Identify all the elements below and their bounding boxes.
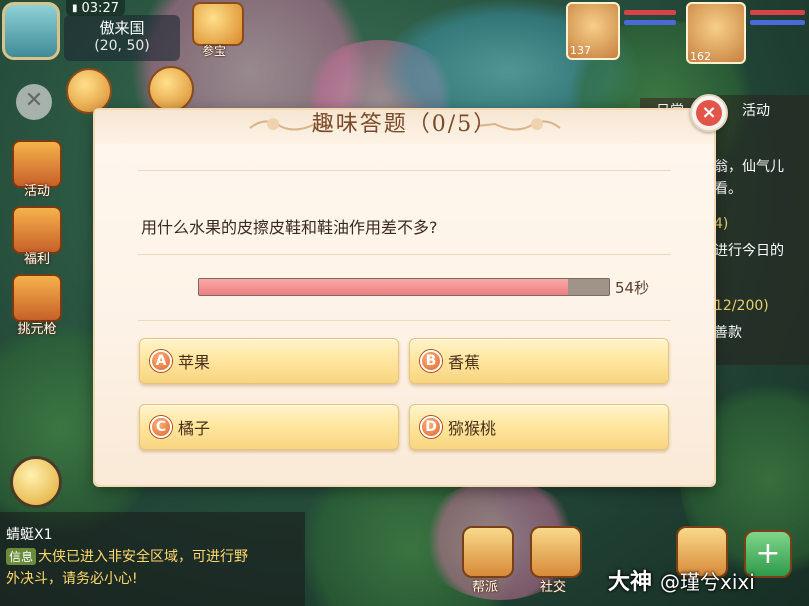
minimap-button[interactable] (2, 2, 60, 60)
guild-label: 帮派 (472, 580, 499, 595)
option-text: 猕猴桃 (448, 419, 497, 438)
character-icon-2[interactable] (148, 66, 194, 112)
player-level: 162 (690, 50, 711, 63)
chat-tag-info: 信息 (6, 548, 37, 565)
answer-option-d[interactable]: D 猕猴桃 (409, 404, 669, 450)
social-label: 社交 (540, 580, 567, 595)
location-coordinates: (20, 50) (94, 38, 150, 54)
chat-line: 外决斗，请务必小心! (6, 568, 138, 588)
chat-line-text: 大侠已进入非安全区域，可进行野 (38, 549, 249, 565)
quest-line: 进行今日的 (714, 243, 784, 259)
collapse-menu-button[interactable]: ✕ (16, 84, 52, 120)
answer-option-a[interactable]: A 苹果 (139, 338, 399, 384)
side-menu-welfare-label: 福利 (23, 252, 50, 267)
quiz-title: 趣味答题（0/5） (311, 112, 498, 137)
pet-hp-bar (624, 10, 676, 15)
close-dialog-button[interactable]: × (690, 94, 728, 132)
location-name: 傲来国 (99, 19, 145, 37)
social-button[interactable] (530, 526, 582, 578)
quiz-question: 用什么水果的皮擦皮鞋和鞋油作用差不多? (141, 218, 438, 237)
guild-button[interactable] (462, 526, 514, 578)
answer-option-c[interactable]: C 橘子 (139, 404, 399, 450)
chat-line-text: 外决斗，请务必小心! (6, 571, 138, 587)
divider (138, 170, 671, 171)
quiz-dialog: 趣味答题（0/5） 用什么水果的皮擦皮鞋和鞋油作用差不多? 54秒 A 苹果 B… (95, 110, 714, 485)
option-letter-badge: A (150, 350, 172, 372)
chat-panel[interactable]: 蜻蜓X1 信息 大侠已进入非安全区域，可进行野 外决斗，请务必小心! (0, 512, 305, 606)
option-text: 香蕉 (448, 353, 481, 372)
watermark-brand: 大神 (608, 570, 653, 595)
option-letter-badge: D (420, 416, 442, 438)
option-text: 苹果 (178, 353, 211, 372)
pet-mp-bar (624, 20, 676, 25)
option-text: 橘子 (178, 419, 211, 438)
countdown-bar-fill (199, 279, 568, 295)
location-panel[interactable]: 傲来国 (20, 50) (64, 15, 180, 61)
chat-button[interactable] (10, 456, 62, 508)
option-letter-badge: B (420, 350, 442, 372)
countdown-bar (198, 278, 610, 296)
quest-line: 看。 (714, 181, 742, 197)
chat-line: 蜻蜓X1 (6, 524, 53, 544)
quest-line: 善款 (714, 325, 742, 341)
watermark: 大神 @瑾兮xixi (608, 564, 755, 596)
quest-line: 4) (714, 216, 729, 232)
tab-activity[interactable]: 活动 (730, 98, 782, 122)
quest-line: 12/200) (714, 298, 769, 314)
quest-line: 翁，仙气儿 (714, 159, 784, 175)
countdown-label: 54秒 (615, 279, 650, 297)
signal-icon: ▮ (72, 2, 78, 14)
chat-line-text: 蜻蜓X1 (6, 527, 53, 543)
divider (138, 254, 671, 255)
clock: ▮ 03:27 (66, 0, 125, 16)
side-menu-activity-label: 活动 (23, 184, 50, 199)
treasure-label: 参宝 (202, 44, 227, 58)
side-menu-challenge-label: 挑元枪 (17, 322, 57, 337)
treasure-icon[interactable] (192, 2, 244, 46)
side-menu-welfare[interactable] (12, 206, 62, 254)
chat-line: 信息 大侠已进入非安全区域，可进行野 (6, 546, 248, 566)
option-letter-badge: C (150, 416, 172, 438)
side-menu-challenge[interactable] (12, 274, 62, 322)
player-mp-bar (750, 20, 805, 25)
watermark-handle: @瑾兮xixi (660, 570, 755, 594)
answer-option-b[interactable]: B 香蕉 (409, 338, 669, 384)
close-icon: ✕ (24, 88, 44, 113)
divider (138, 320, 671, 321)
pet-level: 137 (570, 44, 591, 57)
close-icon: × (696, 100, 722, 126)
player-hp-bar (750, 10, 805, 15)
clock-time: 03:27 (81, 0, 119, 16)
character-icon-1[interactable] (66, 68, 112, 114)
